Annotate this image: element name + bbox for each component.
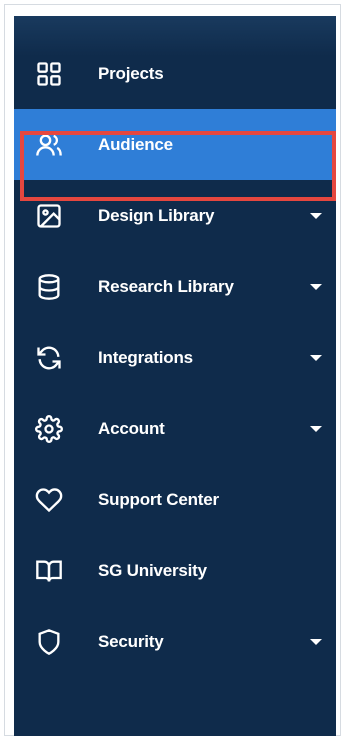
sidebar-item-audience[interactable]: Audience <box>14 109 336 180</box>
chevron-down-icon[interactable] <box>310 425 322 432</box>
chevron-down-icon[interactable] <box>310 283 322 290</box>
sidebar-menu: Projects Audience Design Library Researc… <box>14 38 336 677</box>
sidebar-item-support-center[interactable]: Support Center <box>14 464 336 535</box>
chevron-down-icon[interactable] <box>310 638 322 645</box>
chevron-down-icon[interactable] <box>310 212 322 219</box>
gear-icon <box>34 414 64 444</box>
sidebar-item-label: Design Library <box>98 205 215 225</box>
book-icon <box>34 556 64 586</box>
sidebar-item-label: Projects <box>98 63 164 83</box>
sidebar-item-label: Support Center <box>98 489 219 509</box>
sidebar-item-projects[interactable]: Projects <box>14 38 336 109</box>
refresh-icon <box>34 343 64 373</box>
sidebar-item-label: Security <box>98 631 164 651</box>
image-icon <box>34 201 64 231</box>
sidebar-item-label: Audience <box>98 134 173 154</box>
sidebar-item-security[interactable]: Security <box>14 606 336 677</box>
heart-icon <box>34 485 64 515</box>
sidebar-item-research-library[interactable]: Research Library <box>14 251 336 322</box>
sidebar-item-label: SG University <box>98 560 207 580</box>
chevron-down-icon[interactable] <box>310 354 322 361</box>
grid-icon <box>34 59 64 89</box>
users-icon <box>34 130 64 160</box>
sidebar-item-account[interactable]: Account <box>14 393 336 464</box>
sidebar-item-label: Account <box>98 418 165 438</box>
shield-icon <box>34 627 64 657</box>
sidebar-item-label: Research Library <box>98 276 234 296</box>
sidebar-item-integrations[interactable]: Integrations <box>14 322 336 393</box>
sidebar-item-label: Integrations <box>98 347 193 367</box>
database-icon <box>34 272 64 302</box>
sidebar-item-sg-university[interactable]: SG University <box>14 535 336 606</box>
sidebar-nav: Projects Audience Design Library Researc… <box>14 16 336 736</box>
sidebar-item-design-library[interactable]: Design Library <box>14 180 336 251</box>
